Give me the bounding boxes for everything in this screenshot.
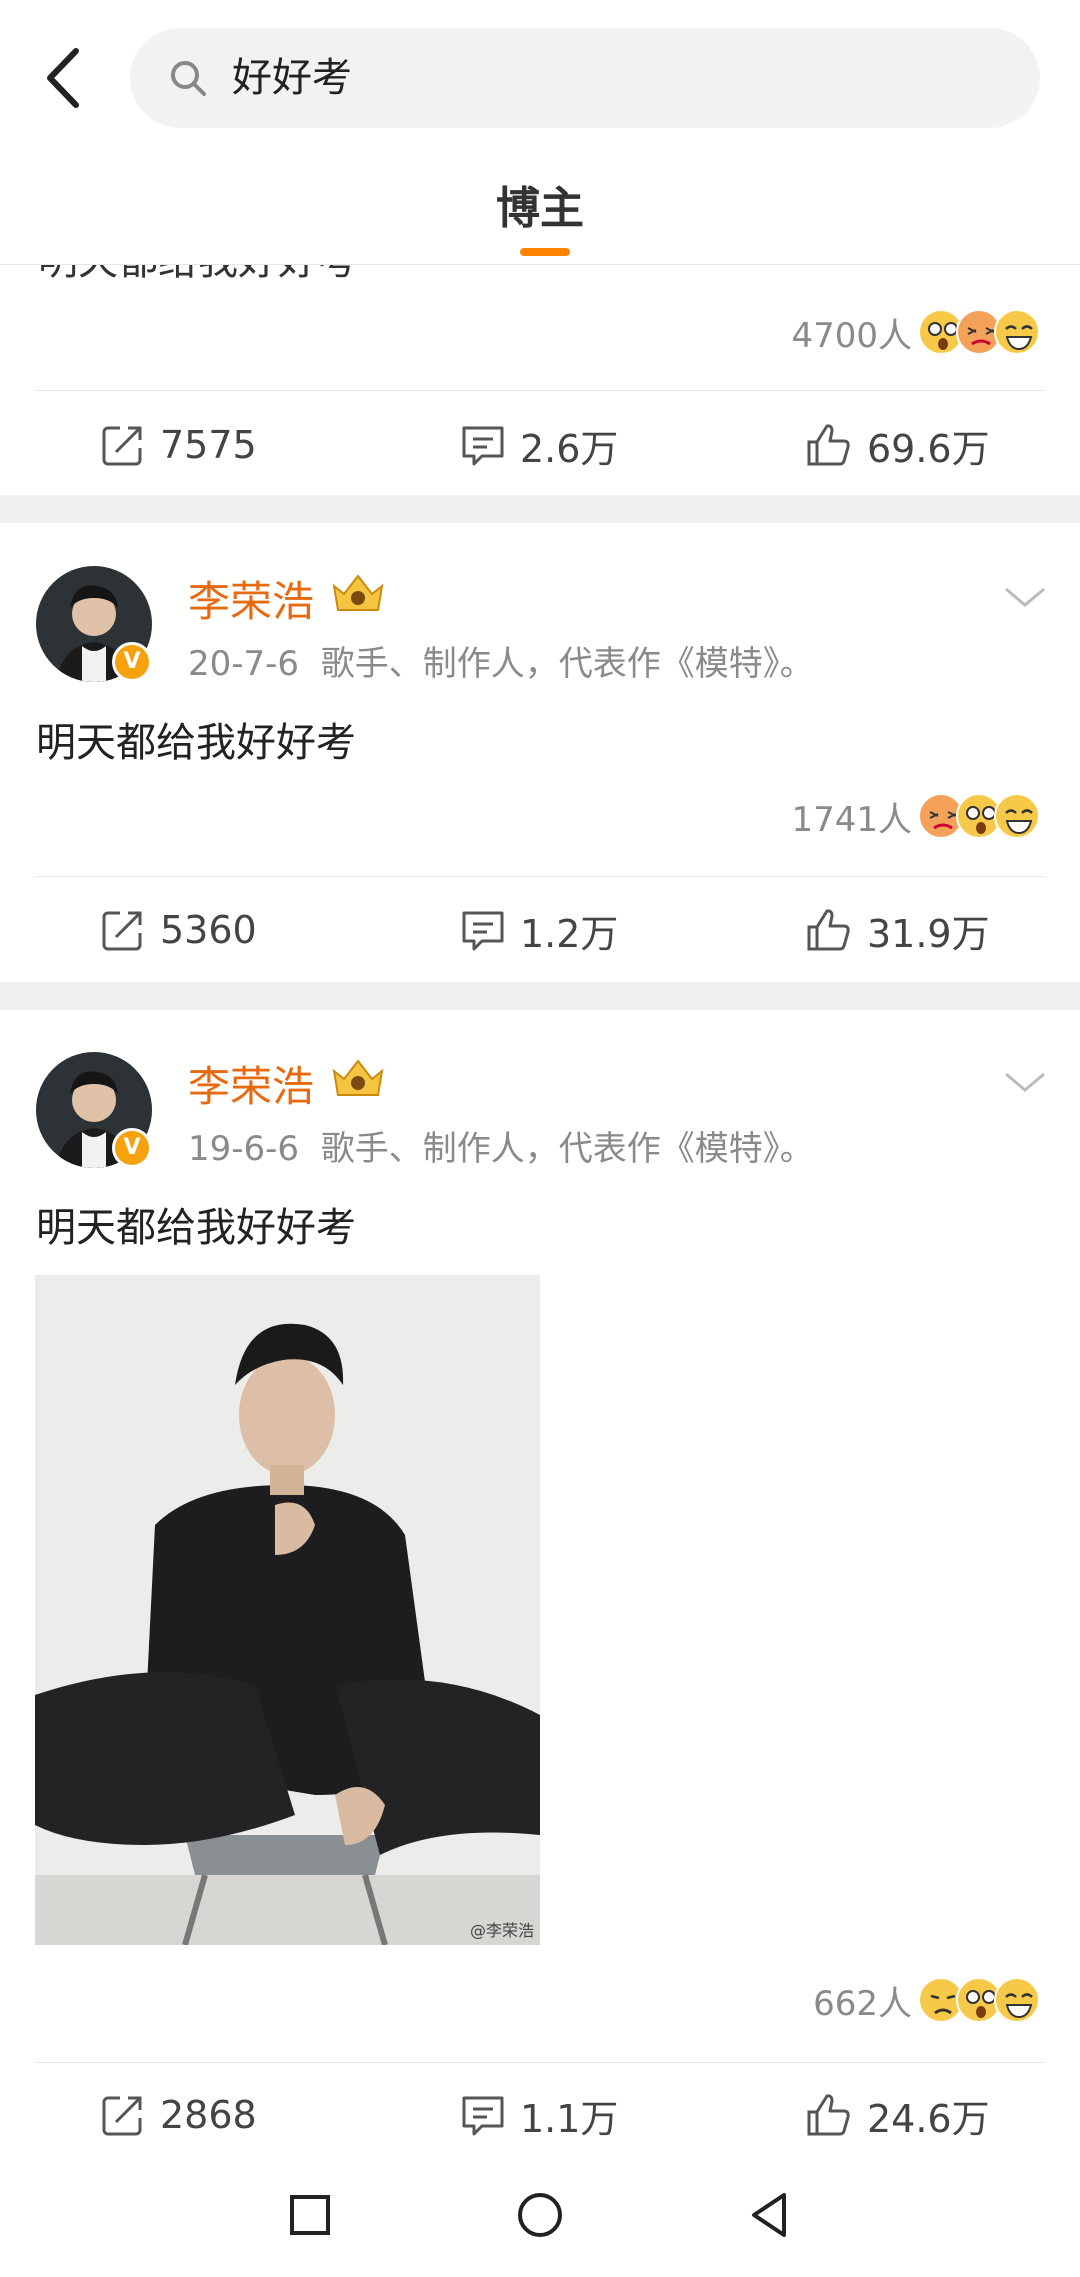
divider <box>35 390 1045 391</box>
like-count: 31.9万 <box>867 911 990 956</box>
repost-count: 7575 <box>160 423 257 467</box>
like-count: 24.6万 <box>867 2096 990 2141</box>
home-icon[interactable] <box>510 2185 570 2245</box>
repost-button[interactable]: 2868 <box>100 2085 257 2145</box>
laughing-emoji-icon <box>994 793 1040 839</box>
search-icon <box>168 58 208 98</box>
like-icon <box>807 909 850 951</box>
back-arrow-icon[interactable] <box>40 45 88 111</box>
search-input[interactable]: 好好考 <box>130 28 1040 128</box>
like-button[interactable]: 31.9万 <box>805 900 990 960</box>
post-date: 20-7-6 <box>188 644 300 684</box>
user-bio: 歌手、制作人，代表作《模特》。 <box>320 1129 814 1169</box>
post-meta: 19-6-6 歌手、制作人，代表作《模特》。 <box>188 1121 814 1170</box>
post-date: 19-6-6 <box>188 1129 300 1169</box>
repost-icon <box>102 426 142 466</box>
repost-count: 2868 <box>160 2093 257 2137</box>
verified-icon: V <box>112 1128 152 1168</box>
repost-button[interactable]: 7575 <box>100 415 257 475</box>
comment-icon <box>462 426 504 466</box>
comment-count: 2.6万 <box>520 426 619 471</box>
crown-icon <box>330 570 386 616</box>
reaction-summary[interactable]: 662人 <box>813 1970 1040 2030</box>
divider <box>35 2062 1045 2063</box>
comment-button[interactable]: 1.1万 <box>460 2085 618 2145</box>
reaction-count: 4700人 <box>791 315 912 356</box>
comment-button[interactable]: 2.6万 <box>460 415 618 475</box>
comment-button[interactable]: 1.2万 <box>460 900 618 960</box>
divider <box>35 876 1045 877</box>
repost-button[interactable]: 5360 <box>100 900 257 960</box>
comment-count: 1.2万 <box>520 911 619 956</box>
comment-icon <box>462 911 504 951</box>
nav-back-icon[interactable] <box>740 2185 800 2245</box>
search-query: 好好考 <box>232 55 352 101</box>
like-icon <box>807 2094 850 2136</box>
username[interactable]: 李荣浩 <box>188 1053 314 1114</box>
comment-count: 1.1万 <box>520 2096 619 2141</box>
system-nav-bar <box>0 2150 1080 2277</box>
tab-indicator <box>520 248 570 256</box>
post-text[interactable]: 明天都给我好好考 <box>36 710 356 768</box>
like-button[interactable]: 24.6万 <box>805 2085 990 2145</box>
laughing-emoji-icon <box>994 1977 1040 2023</box>
comment-icon <box>462 2096 504 2136</box>
repost-icon <box>102 911 142 951</box>
chevron-down-icon[interactable] <box>1000 583 1050 613</box>
recent-apps-icon[interactable] <box>280 2185 340 2245</box>
like-count: 69.6万 <box>867 426 990 471</box>
post-separator <box>0 495 1080 523</box>
crown-icon <box>330 1055 386 1101</box>
repost-count: 5360 <box>160 908 257 952</box>
chevron-down-icon[interactable] <box>1000 1068 1050 1098</box>
reaction-summary[interactable]: 4700人 <box>791 302 1040 362</box>
reaction-count: 1741人 <box>791 799 912 840</box>
post-text[interactable]: 明天都给我好好考 <box>36 1195 356 1253</box>
repost-icon <box>102 2096 142 2136</box>
username[interactable]: 李荣浩 <box>188 568 314 629</box>
top-header: 好好考 博主 <box>0 0 1080 265</box>
image-watermark: @李荣浩 <box>469 1921 534 1940</box>
like-button[interactable]: 69.6万 <box>805 415 990 475</box>
laughing-emoji-icon <box>994 309 1040 355</box>
user-bio: 歌手、制作人，代表作《模特》。 <box>320 644 814 684</box>
verified-icon: V <box>112 642 152 682</box>
post-photo[interactable]: @李荣浩 <box>35 1275 540 1945</box>
tab-bloggers[interactable]: 博主 <box>0 172 1080 236</box>
reaction-summary[interactable]: 1741人 <box>791 786 1040 846</box>
post-meta: 20-7-6 歌手、制作人，代表作《模特》。 <box>188 636 814 685</box>
tab-label: 博主 <box>496 183 584 234</box>
post-separator <box>0 982 1080 1010</box>
reaction-count: 662人 <box>813 1983 912 2024</box>
like-icon <box>807 424 850 466</box>
